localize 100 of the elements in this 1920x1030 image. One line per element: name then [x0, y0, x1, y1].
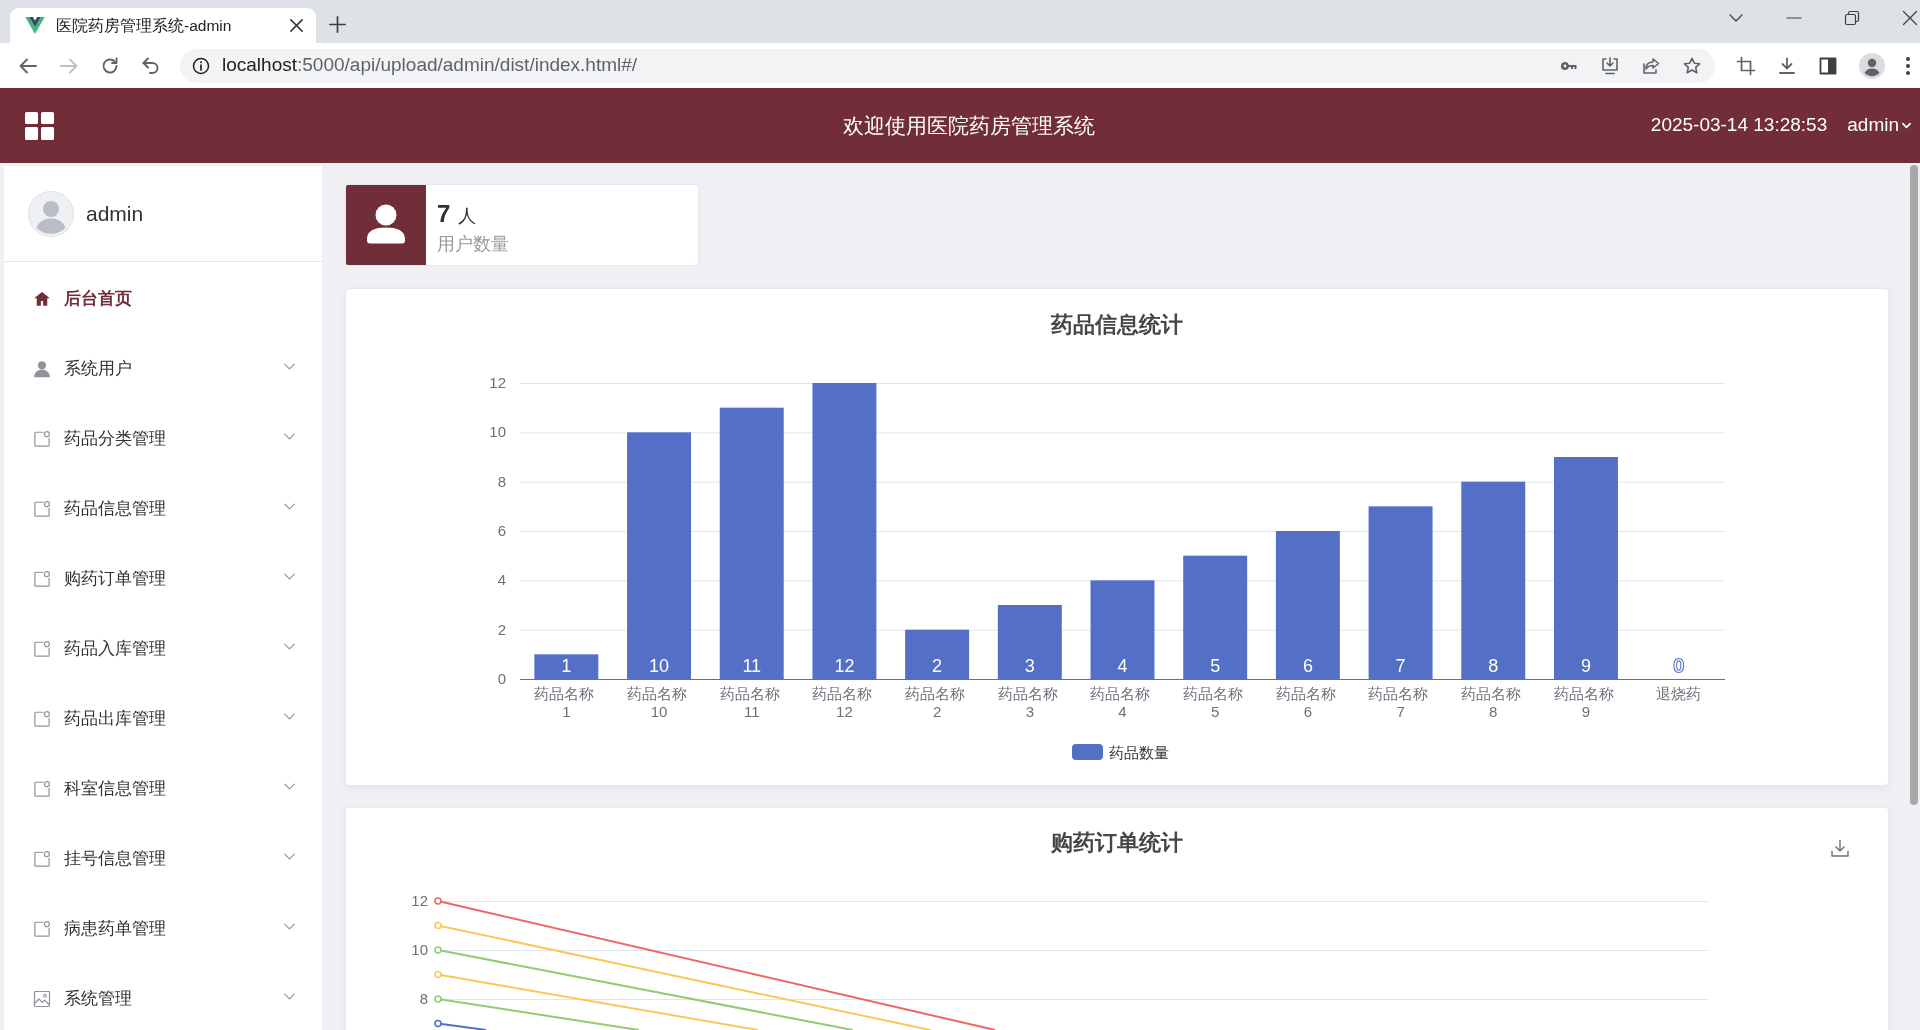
- caret-icon: [1901, 120, 1912, 131]
- url-text: localhost:5000/api/upload/admin/dist/index.html#/: [222, 53, 638, 78]
- image-icon: [33, 990, 51, 1008]
- y-axis-label: 2: [497, 620, 506, 638]
- point-marker: [434, 921, 442, 930]
- x-axis-label: 药品名称 2: [905, 684, 966, 720]
- document-icon: [33, 430, 51, 448]
- new-tab-icon[interactable]: [329, 16, 346, 33]
- menu-item[interactable]: 病患药单管理: [4, 894, 322, 964]
- chart-title: 购药订单统计: [1051, 830, 1183, 855]
- user-name: admin: [86, 200, 144, 227]
- download-icon[interactable]: [1831, 839, 1849, 857]
- x-axis-label: 药品名称 7: [1368, 684, 1429, 720]
- y-axis-label: 12: [411, 892, 428, 909]
- document-icon: [33, 780, 51, 798]
- x-axis-label: 药品名称 12: [812, 684, 873, 720]
- data-label: 1: [561, 656, 572, 676]
- data-label: 6: [1302, 656, 1313, 676]
- download-icon[interactable]: [1777, 55, 1797, 76]
- info-icon[interactable]: [192, 56, 210, 75]
- install-icon[interactable]: [1600, 55, 1620, 76]
- x-axis-label: 药品名称 5: [1183, 684, 1244, 720]
- x-axis-label: 药品名称 11: [719, 684, 780, 720]
- point-marker: [434, 946, 442, 954]
- data-label: 10: [649, 656, 670, 676]
- stat-label: 用户数量: [437, 233, 509, 256]
- menu-item[interactable]: 购药订单管理: [4, 544, 322, 614]
- data-label: 11: [742, 656, 762, 676]
- side-panel-icon[interactable]: [1818, 55, 1838, 76]
- data-label: 2: [932, 656, 943, 676]
- document-icon: [33, 850, 51, 868]
- crop-icon[interactable]: [1736, 55, 1756, 76]
- chart-title: 药品信息统计: [1051, 312, 1183, 337]
- data-label: 8: [1488, 656, 1499, 676]
- data-label: 4: [1117, 656, 1128, 676]
- x-axis-label: 药品名称 10: [626, 684, 687, 720]
- menu-item[interactable]: 科室信息管理: [4, 754, 322, 824]
- x-axis-label: 退烧药: [1656, 684, 1702, 702]
- share-icon[interactable]: [1641, 55, 1661, 76]
- data-label: 5: [1210, 656, 1221, 676]
- y-axis-label: 12: [489, 374, 506, 391]
- menu-item[interactable]: 药品入库管理: [4, 614, 322, 684]
- y-axis-label: 10: [411, 941, 428, 958]
- bar: [534, 654, 599, 679]
- browser-tab[interactable]: 医院药房管理系统-admin: [10, 8, 316, 43]
- datetime-text: 2025-03-14 13:28:53: [1650, 113, 1828, 138]
- menu-item[interactable]: 挂号信息管理: [4, 824, 322, 894]
- x-axis-label: 药品名称 8: [1461, 684, 1522, 720]
- home-icon: [33, 290, 51, 308]
- point-marker: [434, 897, 442, 905]
- legend-icon[interactable]: [1072, 744, 1103, 760]
- legend-label: 药品数量: [1109, 743, 1169, 761]
- x-axis-label: 药品名称 4: [1090, 684, 1151, 720]
- user-menu[interactable]: admin: [1847, 111, 1912, 140]
- data-label: 0: [1673, 656, 1684, 676]
- y-axis-label: 4: [497, 571, 506, 589]
- avatar-icon: [28, 190, 74, 237]
- y-axis-label: 10: [489, 423, 506, 441]
- page-title: 欢迎使用医院药房管理系统: [842, 112, 1095, 139]
- menu-item[interactable]: 药品信息管理: [4, 474, 322, 544]
- document-icon: [33, 500, 51, 518]
- x-axis-label: 药品名称 1: [534, 684, 595, 720]
- profile-icon[interactable]: [1859, 52, 1885, 79]
- menu-item[interactable]: 药品出库管理: [4, 684, 322, 754]
- more-menu-icon[interactable]: [1906, 56, 1910, 75]
- y-axis-label: 8: [497, 472, 506, 490]
- stat-unit: 人: [458, 204, 477, 228]
- x-axis-label: 药品名称 9: [1553, 684, 1614, 720]
- data-label: 7: [1395, 656, 1406, 676]
- address-bar[interactable]: localhost:5000/api/upload/admin/dist/index.html#/: [180, 48, 1715, 83]
- menu-item[interactable]: 药品分类管理: [4, 404, 322, 474]
- stat-value: 7: [437, 199, 451, 229]
- close-icon[interactable]: [290, 19, 303, 32]
- data-label: 9: [1580, 656, 1591, 676]
- menu-item[interactable]: 系统管理: [4, 964, 322, 1030]
- x-axis-label: 药品名称 3: [997, 684, 1058, 720]
- undo-arrow-icon[interactable]: [141, 55, 161, 76]
- star-icon[interactable]: [1682, 55, 1702, 76]
- person-icon: [33, 360, 51, 378]
- point-marker: [434, 995, 442, 1003]
- restore-icon[interactable]: [1844, 10, 1860, 26]
- document-icon: [33, 710, 51, 728]
- y-axis-label: 6: [497, 522, 506, 539]
- point-marker: [434, 970, 442, 979]
- document-icon: [33, 570, 51, 588]
- document-icon: [33, 640, 51, 658]
- bar: [905, 629, 970, 679]
- menu-item[interactable]: 系统用户: [4, 334, 322, 404]
- close-icon[interactable]: [1902, 10, 1918, 26]
- v-logo-icon: [25, 17, 45, 34]
- x-axis-label: 药品名称 6: [1275, 684, 1336, 720]
- reload-icon[interactable]: [100, 55, 120, 76]
- y-axis-label: 8: [419, 990, 428, 1007]
- scrollbar-thumb[interactable]: [1910, 165, 1918, 805]
- document-icon: [33, 920, 51, 938]
- data-label: 12: [834, 656, 855, 676]
- menu-item[interactable]: 后台首页: [4, 264, 322, 334]
- data-label: 3: [1024, 656, 1035, 676]
- grid-icon[interactable]: [25, 111, 54, 140]
- y-axis-label: 0: [497, 670, 506, 687]
